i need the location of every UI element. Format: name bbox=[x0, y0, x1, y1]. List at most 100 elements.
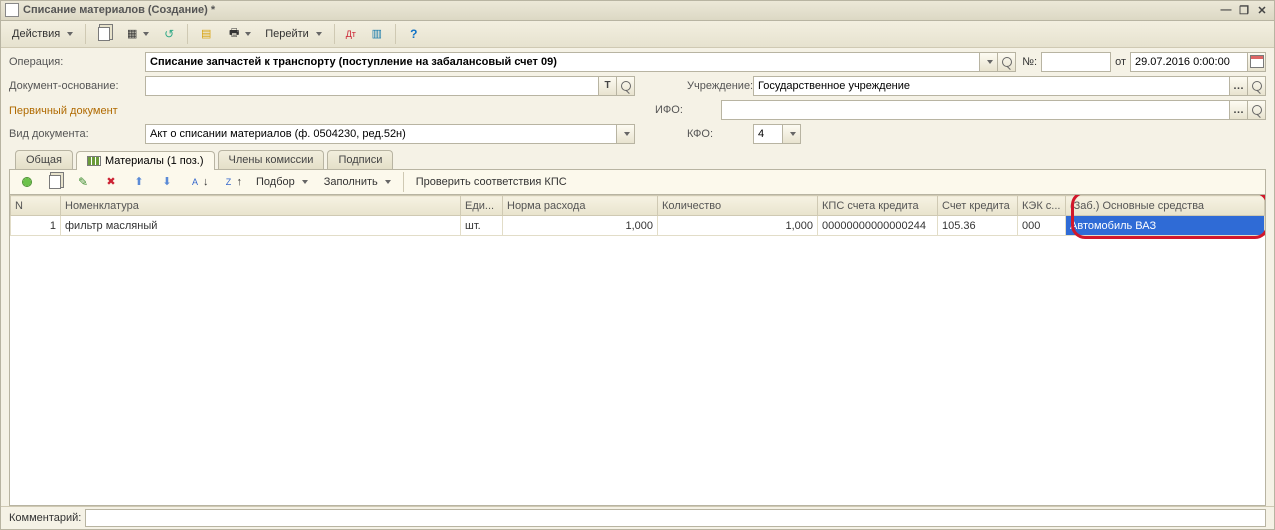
cell-qty[interactable]: 1,000 bbox=[658, 216, 818, 236]
t-icon bbox=[600, 78, 616, 94]
print-button[interactable]: 🖶 bbox=[221, 23, 256, 45]
tab-general[interactable]: Общая bbox=[15, 150, 73, 169]
col-nomen[interactable]: Номенклатура bbox=[61, 196, 461, 216]
table-row[interactable]: 1 фильтр масляный шт. 1,000 1,000 000000… bbox=[11, 216, 1265, 236]
section-title: Первичный документ bbox=[9, 105, 118, 117]
sort-asc-button[interactable]: ↓ bbox=[182, 171, 214, 193]
copy-row-button[interactable] bbox=[42, 171, 68, 193]
fill-label: Заполнить bbox=[324, 176, 378, 188]
col-kek[interactable]: КЭК с... bbox=[1018, 196, 1066, 216]
cell-asset[interactable]: Автомобиль ВАЗ bbox=[1066, 216, 1265, 236]
edit-row-button[interactable] bbox=[70, 171, 96, 193]
org-search[interactable] bbox=[1248, 76, 1266, 96]
col-n[interactable]: N bbox=[11, 196, 61, 216]
doctype-dropdown[interactable] bbox=[617, 124, 635, 144]
form-button[interactable]: ▤ bbox=[193, 23, 219, 45]
ifo-label: ИФО: bbox=[635, 104, 715, 116]
help-icon bbox=[406, 26, 422, 42]
basis-search[interactable] bbox=[617, 76, 635, 96]
col-rate[interactable]: Норма расхода bbox=[503, 196, 658, 216]
arrow-up-icon bbox=[131, 174, 147, 190]
titlebar: Списание материалов (Создание) * — ❐ ✕ bbox=[1, 1, 1274, 21]
cell-kps[interactable]: 00000000000000244 bbox=[818, 216, 938, 236]
operation-field[interactable] bbox=[145, 52, 980, 72]
minimize-button[interactable]: — bbox=[1218, 3, 1234, 17]
basis-field[interactable] bbox=[145, 76, 599, 96]
save-icon bbox=[96, 26, 112, 42]
col-unit[interactable]: Еди... bbox=[461, 196, 503, 216]
operation-dropdown[interactable] bbox=[980, 52, 998, 72]
delete-row-button[interactable] bbox=[98, 171, 124, 193]
restore-button[interactable]: ❐ bbox=[1236, 3, 1252, 17]
search-icon bbox=[1249, 102, 1265, 118]
search-icon bbox=[618, 78, 634, 94]
org-field[interactable] bbox=[753, 76, 1230, 96]
ifo-field[interactable] bbox=[721, 100, 1230, 120]
help-button[interactable] bbox=[401, 23, 427, 45]
grid-header-row: N Номенклатура Еди... Норма расхода Коли… bbox=[11, 196, 1265, 216]
move-down-button[interactable] bbox=[154, 171, 180, 193]
ifo-open[interactable] bbox=[1230, 100, 1248, 120]
main-toolbar: Действия ▦ ▤ 🖶 Перейти Дт ▥ bbox=[1, 21, 1274, 48]
tab-materials[interactable]: Материалы (1 поз.) bbox=[76, 151, 215, 170]
doctype-label: Вид документа: bbox=[9, 128, 139, 140]
date-field[interactable] bbox=[1130, 52, 1248, 72]
dots-icon bbox=[1231, 78, 1247, 94]
date-label: от bbox=[1115, 56, 1126, 68]
actions-menu[interactable]: Действия bbox=[5, 23, 80, 45]
cell-nomen[interactable]: фильтр масляный bbox=[61, 216, 461, 236]
cell-rate[interactable]: 1,000 bbox=[503, 216, 658, 236]
org-open[interactable] bbox=[1230, 76, 1248, 96]
doc-icon: ▤ bbox=[198, 26, 214, 42]
refresh-icon bbox=[161, 26, 177, 42]
doctype-field[interactable] bbox=[145, 124, 617, 144]
col-kps[interactable]: КПС счета кредита bbox=[818, 196, 938, 216]
close-button[interactable]: ✕ bbox=[1254, 3, 1270, 17]
dt-kt-button[interactable]: Дт bbox=[340, 23, 362, 45]
col-asset[interactable]: (Заб.) Основные средства bbox=[1066, 196, 1265, 216]
kfo-field[interactable] bbox=[753, 124, 783, 144]
tab-materials-label: Материалы (1 поз.) bbox=[105, 155, 204, 167]
check-kps-button[interactable]: Проверить соответствия КПС bbox=[409, 171, 574, 193]
operation-label: Операция: bbox=[9, 56, 139, 68]
sort-desc-button[interactable]: ↑ bbox=[216, 171, 248, 193]
add-row-button[interactable] bbox=[14, 171, 40, 193]
tab-commission[interactable]: Члены комиссии bbox=[218, 150, 325, 169]
goto-label: Перейти bbox=[265, 28, 309, 40]
post-icon: ▦ bbox=[124, 26, 140, 42]
chevron-down-icon bbox=[316, 32, 322, 36]
cell-kek[interactable]: 000 bbox=[1018, 216, 1066, 236]
move-up-button[interactable] bbox=[126, 171, 152, 193]
chevron-down-icon bbox=[624, 132, 630, 136]
basis-t-button[interactable] bbox=[599, 76, 617, 96]
dots-icon bbox=[1231, 102, 1247, 118]
cell-acct[interactable]: 105.36 bbox=[938, 216, 1018, 236]
report-button[interactable]: ▥ bbox=[364, 23, 390, 45]
tab-signatures-label: Подписи bbox=[338, 154, 382, 166]
col-acct[interactable]: Счет кредита bbox=[938, 196, 1018, 216]
refresh-button[interactable] bbox=[156, 23, 182, 45]
post-button[interactable]: ▦ bbox=[119, 23, 154, 45]
materials-grid[interactable]: N Номенклатура Еди... Норма расхода Коли… bbox=[9, 194, 1266, 506]
select-label: Подбор bbox=[256, 176, 295, 188]
select-button[interactable]: Подбор bbox=[249, 171, 315, 193]
comment-field[interactable] bbox=[85, 509, 1266, 527]
form-area: Операция: №: от Документ-основание: bbox=[1, 48, 1274, 169]
ifo-search[interactable] bbox=[1248, 100, 1266, 120]
save-button[interactable] bbox=[91, 23, 117, 45]
kfo-dropdown[interactable] bbox=[783, 124, 801, 144]
number-field[interactable] bbox=[1041, 52, 1111, 72]
operation-search[interactable] bbox=[998, 52, 1016, 72]
date-picker[interactable] bbox=[1248, 52, 1266, 72]
col-qty[interactable]: Количество bbox=[658, 196, 818, 216]
chevron-down-icon bbox=[143, 32, 149, 36]
report-icon: ▥ bbox=[369, 26, 385, 42]
cell-n[interactable]: 1 bbox=[11, 216, 61, 236]
tab-commission-label: Члены комиссии bbox=[229, 154, 314, 166]
goto-menu[interactable]: Перейти bbox=[258, 23, 329, 45]
tab-signatures[interactable]: Подписи bbox=[327, 150, 393, 169]
chevron-down-icon bbox=[245, 32, 251, 36]
fill-button[interactable]: Заполнить bbox=[317, 171, 398, 193]
number-label: №: bbox=[1022, 56, 1037, 68]
cell-unit[interactable]: шт. bbox=[461, 216, 503, 236]
